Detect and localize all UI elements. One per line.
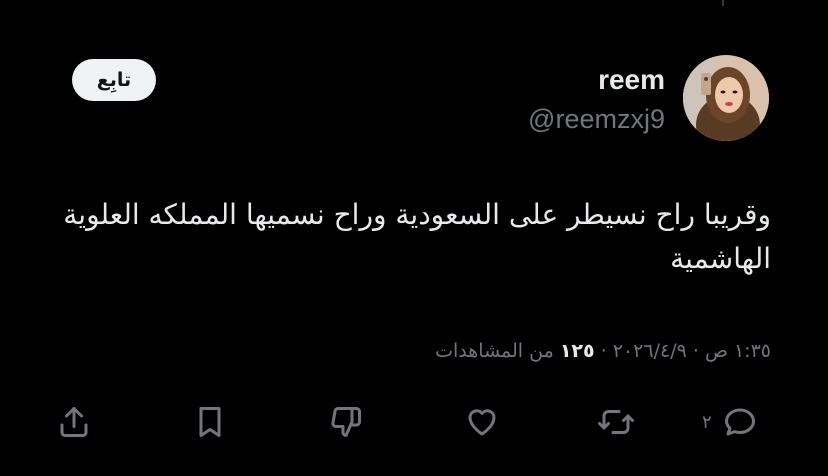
meta-separator: · [600, 340, 607, 362]
like-button[interactable] [464, 400, 500, 444]
dislike-icon [331, 407, 361, 437]
reply-icon [724, 408, 755, 436]
views-label: من المشاهدات [435, 340, 554, 362]
author-handle[interactable]: @reemzxj9 [528, 104, 665, 135]
follow-button[interactable]: تابِع [72, 59, 156, 101]
thread-connector-line [722, 0, 724, 6]
tweet-date[interactable]: ٢٠٢٦/٤/٩ [613, 340, 687, 362]
meta-separator: · [692, 340, 699, 362]
reply-button[interactable]: ٢ [702, 400, 758, 444]
avatar[interactable] [683, 55, 769, 141]
avatar-image [683, 55, 769, 141]
tweet-actions-bar: ٢ [0, 400, 828, 444]
retweet-button[interactable] [598, 400, 634, 444]
bookmark-button[interactable] [192, 400, 228, 444]
tweet-time[interactable]: ١:٣٥ ص [705, 340, 771, 362]
retweet-icon [598, 410, 634, 434]
reply-count: ٢ [702, 411, 712, 433]
dislike-button[interactable] [328, 400, 364, 444]
share-button[interactable] [56, 400, 92, 444]
author-display-name[interactable]: reem [598, 64, 665, 96]
tweet-meta: ١:٣٥ ص · ٢٠٢٦/٤/٩ · ١٢٥ من المشاهدات [435, 340, 771, 362]
bookmark-icon [199, 407, 221, 437]
like-icon [468, 409, 496, 436]
tweet-text: وقريبا راح نسيطر على السعودية وراح نسميه… [63, 198, 771, 275]
share-icon [60, 407, 88, 437]
views-count: ١٢٥ [559, 340, 595, 362]
